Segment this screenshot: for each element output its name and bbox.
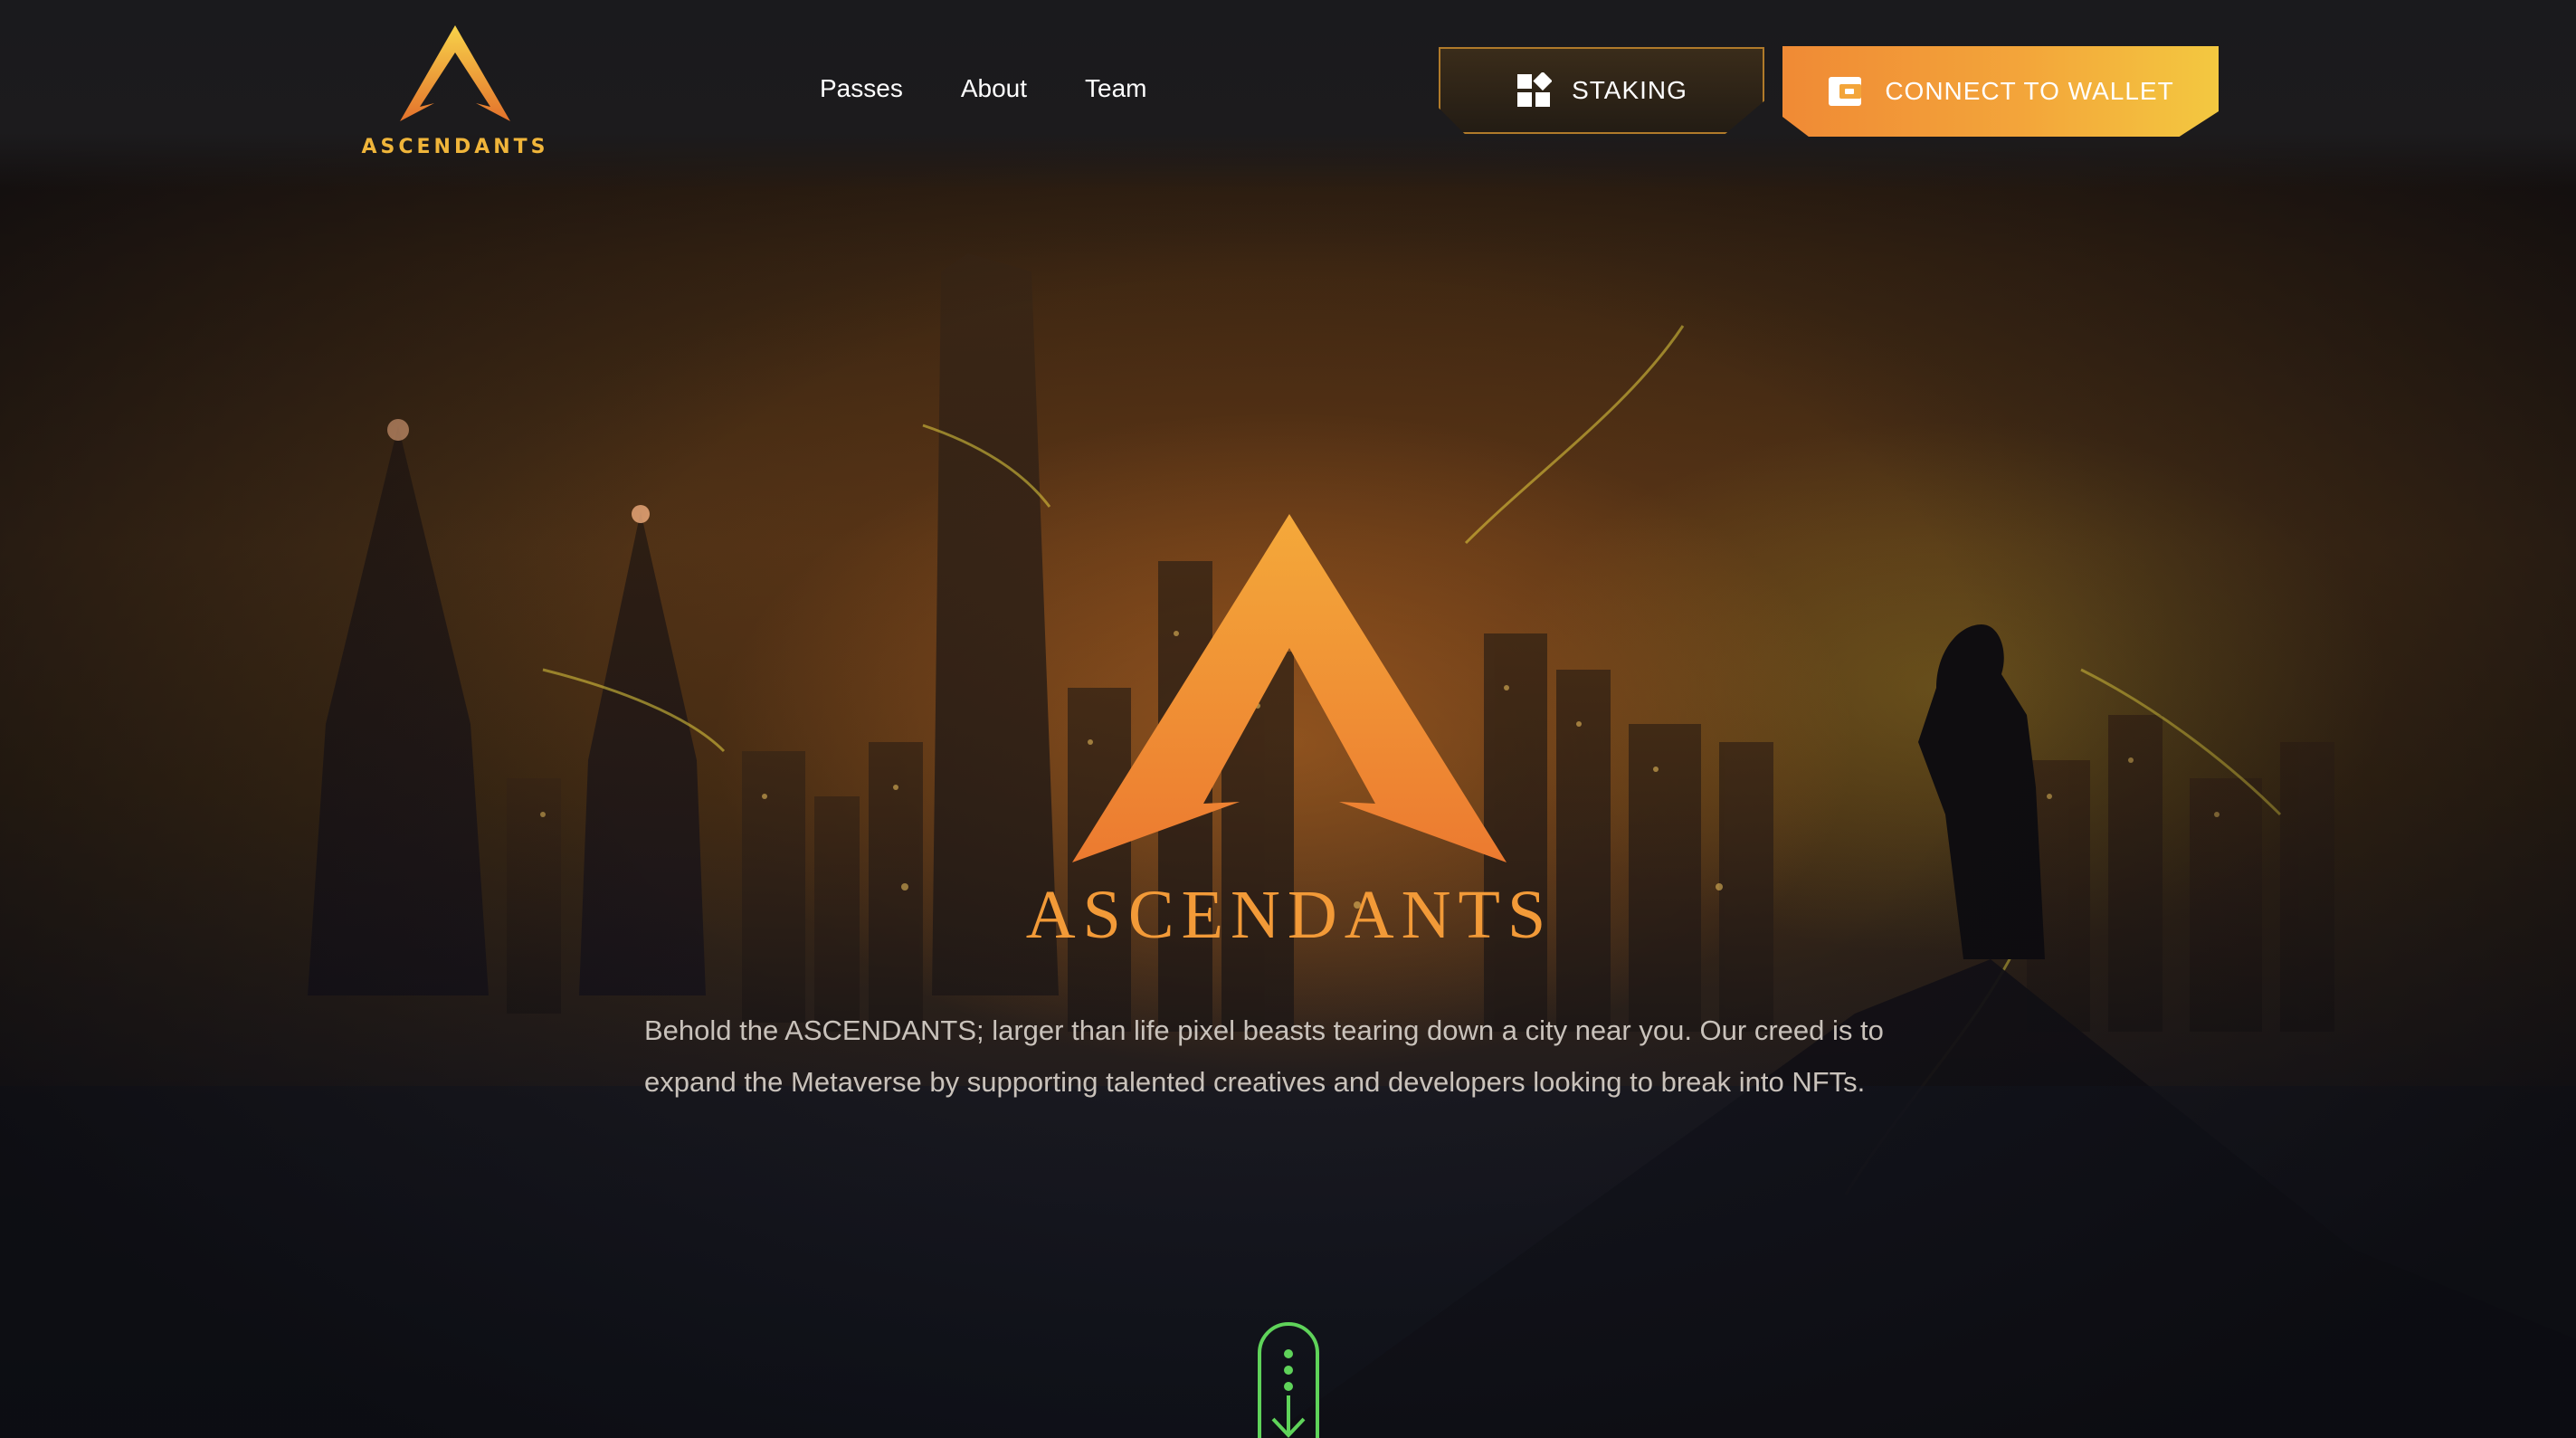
staking-button[interactable]: STAKING: [1439, 47, 1764, 134]
connect-wallet-label: CONNECT TO WALLET: [1885, 77, 2174, 105]
scroll-down-icon: [1258, 1322, 1319, 1438]
nav-link-passes[interactable]: Passes: [820, 74, 903, 103]
hero-logo-mark: [1068, 514, 1511, 867]
main-nav: Passes About Team: [820, 74, 1146, 103]
logo-mark-icon: [400, 25, 510, 121]
scroll-down-button[interactable]: [1257, 1321, 1320, 1438]
ascendants-logo-icon: [1072, 514, 1507, 862]
hero-title: ASCENDANTS: [1025, 877, 1554, 953]
site-header: ASCENDANTS Passes About Team STAKING CON…: [0, 0, 2576, 190]
nav-link-team[interactable]: Team: [1085, 74, 1146, 103]
nav-link-about[interactable]: About: [961, 74, 1027, 103]
wallet-icon: [1829, 77, 1862, 106]
logo-wordmark: ASCENDANTS: [361, 136, 549, 158]
staking-button-label: STAKING: [1572, 76, 1687, 104]
site-logo[interactable]: ASCENDANTS: [360, 24, 550, 159]
hero-description: Behold the ASCENDANTS; larger than life …: [644, 1014, 1884, 1098]
connect-wallet-button[interactable]: CONNECT TO WALLET: [1782, 46, 2219, 137]
dashboard-icon: [1517, 72, 1553, 107]
